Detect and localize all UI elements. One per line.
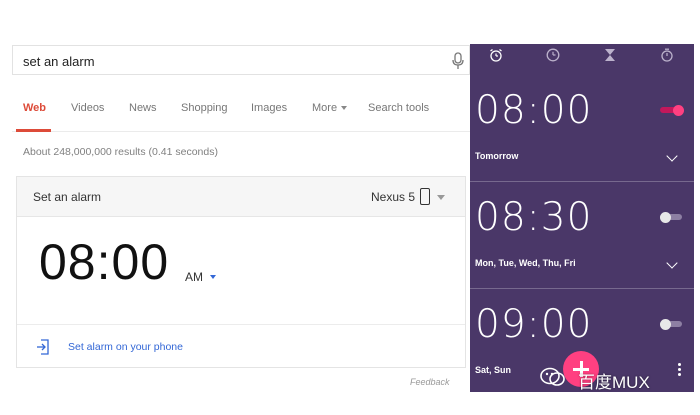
tab-shopping[interactable]: Shopping [181,102,228,114]
phone-icon [420,188,430,205]
alarm-time[interactable]: 09:00 [475,302,592,347]
tab-images[interactable]: Images [251,102,287,114]
device-selector-label[interactable]: Nexus 5 [371,190,415,204]
search-query-text: set an alarm [23,54,95,69]
chevron-down-icon[interactable] [666,150,678,162]
caret-down-icon [341,106,348,111]
set-alarm-on-phone-link[interactable]: Set alarm on your phone [68,341,183,353]
tab-search-tools[interactable]: Search tools [368,102,429,114]
ampm-caret-icon[interactable] [210,275,216,279]
alarm-days: Tomorrow [475,151,519,161]
chevron-down-icon[interactable] [666,257,678,269]
card-header: Set an alarm Nexus 5 [17,177,465,217]
clock-tab-bar [470,44,694,68]
alarm-toggle-off[interactable] [660,319,684,330]
alarm-time-display[interactable]: 08:00 [39,233,169,291]
microphone-icon[interactable] [451,52,465,70]
tab-more[interactable]: More [312,102,348,114]
tab-more-label: More [312,102,338,114]
alarm-days: Sat, Sun [475,365,512,375]
overflow-menu-icon[interactable] [678,363,681,377]
search-input[interactable]: set an alarm [12,45,470,75]
alarm-divider [470,288,694,289]
watermark-text: 百度MUX [578,373,650,392]
send-to-phone-icon[interactable] [36,339,50,355]
device-dropdown-caret-icon[interactable] [437,195,445,200]
result-stats: About 248,000,000 results (0.41 seconds) [23,146,218,158]
card-title: Set an alarm [33,190,102,204]
card-divider [17,324,465,325]
android-clock-app: 08:00 Tomorrow 08:30 Mon, Tue, Wed, Thu,… [470,44,694,392]
alarm-divider [470,181,694,182]
alarm-days: Mon, Tue, Wed, Thu, Fri [475,258,576,268]
hourglass-icon[interactable] [603,48,617,62]
alarm-time[interactable]: 08:30 [475,195,592,240]
alarm-toggle-on[interactable] [660,105,684,116]
feedback-link[interactable]: Feedback [410,377,450,387]
tab-news[interactable]: News [129,102,157,114]
alarm-clock-icon[interactable] [489,48,503,62]
alarm-card: Set an alarm Nexus 5 08:00 AM Set alarm … [16,176,466,368]
stopwatch-icon[interactable] [660,48,674,62]
alarm-toggle-off[interactable] [660,212,684,223]
clock-icon[interactable] [546,48,560,62]
ampm-selector[interactable]: AM [185,270,203,284]
tab-web[interactable]: Web [23,102,46,114]
alarm-time[interactable]: 08:00 [475,88,592,133]
google-search-panel: set an alarm Web Videos News Shopping Im… [0,0,470,415]
search-tabs: Web Videos News Shopping Images More Sea… [12,88,470,132]
wechat-logo-icon [540,367,565,386]
tab-videos[interactable]: Videos [71,102,104,114]
active-tab-indicator [16,129,51,132]
